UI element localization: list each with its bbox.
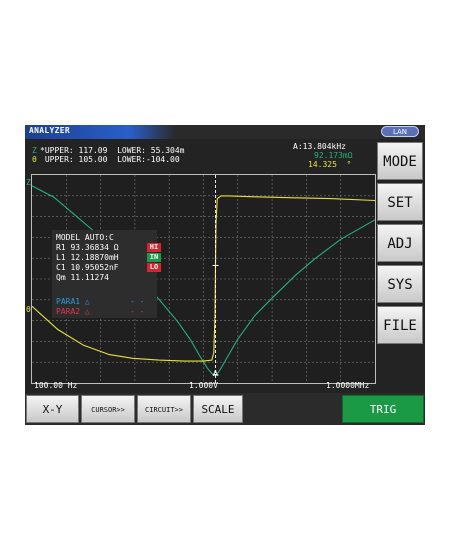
equivalent-circuit-panel: MODEL AUTO:C R1 93.36834 Ω HI L1 12.1887…	[52, 230, 161, 318]
z-limit-line: *UPPER: 117.09 LOWER: 55.304m	[40, 146, 185, 155]
para1-label: PARA1 △	[56, 297, 90, 306]
cursor-menu-button[interactable]: CURSOR>>	[81, 395, 135, 423]
cursor-frequency: A:13.804kHz	[293, 142, 346, 151]
lan-badge: LAN	[381, 126, 419, 137]
r1-value: R1 93.36834 Ω	[56, 243, 119, 252]
l1-judge-badge: IN	[147, 253, 161, 262]
title-bar: ANALYZER LAN	[25, 125, 425, 139]
c1-value: C1 10.95052nF	[56, 263, 119, 272]
sys-button[interactable]: SYS	[377, 265, 423, 303]
x-axis-start-label: 100.00 Hz	[34, 381, 78, 390]
para1-value: - -	[130, 297, 145, 306]
cursor-z-value: 92.173mΩ	[314, 151, 353, 160]
c1-judge-badge: LO	[147, 263, 161, 272]
r1-judge-badge: HI	[147, 243, 161, 252]
x-axis-end-label: 1.0000MHz	[326, 381, 370, 390]
z-limit-tag: Z	[32, 146, 37, 155]
trig-button[interactable]: TRIG	[342, 395, 424, 423]
set-button[interactable]: SET	[377, 183, 423, 221]
cursor-marker-label: A	[213, 369, 218, 378]
z-axis-label: Z	[26, 178, 31, 187]
l1-value: L1 12.18870mH	[56, 253, 119, 262]
para2-value: - -	[130, 307, 145, 316]
analyzer-screen: ANALYZER LAN Z *UPPER: 117.09 LOWER: 55.…	[25, 125, 425, 425]
theta-axis-label: θ	[26, 305, 31, 314]
mode-button[interactable]: MODE	[377, 142, 423, 180]
circuit-menu-button[interactable]: CIRCUIT>>	[137, 395, 191, 423]
model-header: MODEL AUTO:C	[56, 233, 114, 242]
bottom-menu: X-Y CURSOR>> CIRCUIT>> SCALE TRIG	[25, 393, 425, 425]
adj-button[interactable]: ADJ	[377, 224, 423, 262]
screen-title: ANALYZER	[29, 126, 70, 135]
theta-limit-line: UPPER: 105.00 LOWER:-104.00	[40, 155, 180, 164]
cursor-theta-value: 14.325 °	[308, 160, 352, 169]
para2-label: PARA2 △	[56, 307, 90, 316]
xy-button[interactable]: X-Y	[26, 395, 79, 423]
signal-level-label: 1.000V	[189, 381, 218, 390]
scale-button[interactable]: SCALE	[193, 395, 243, 423]
qm-value: Qm 11.11274	[56, 273, 109, 282]
theta-limit-tag: θ	[32, 155, 37, 164]
file-button[interactable]: FILE	[377, 306, 423, 344]
